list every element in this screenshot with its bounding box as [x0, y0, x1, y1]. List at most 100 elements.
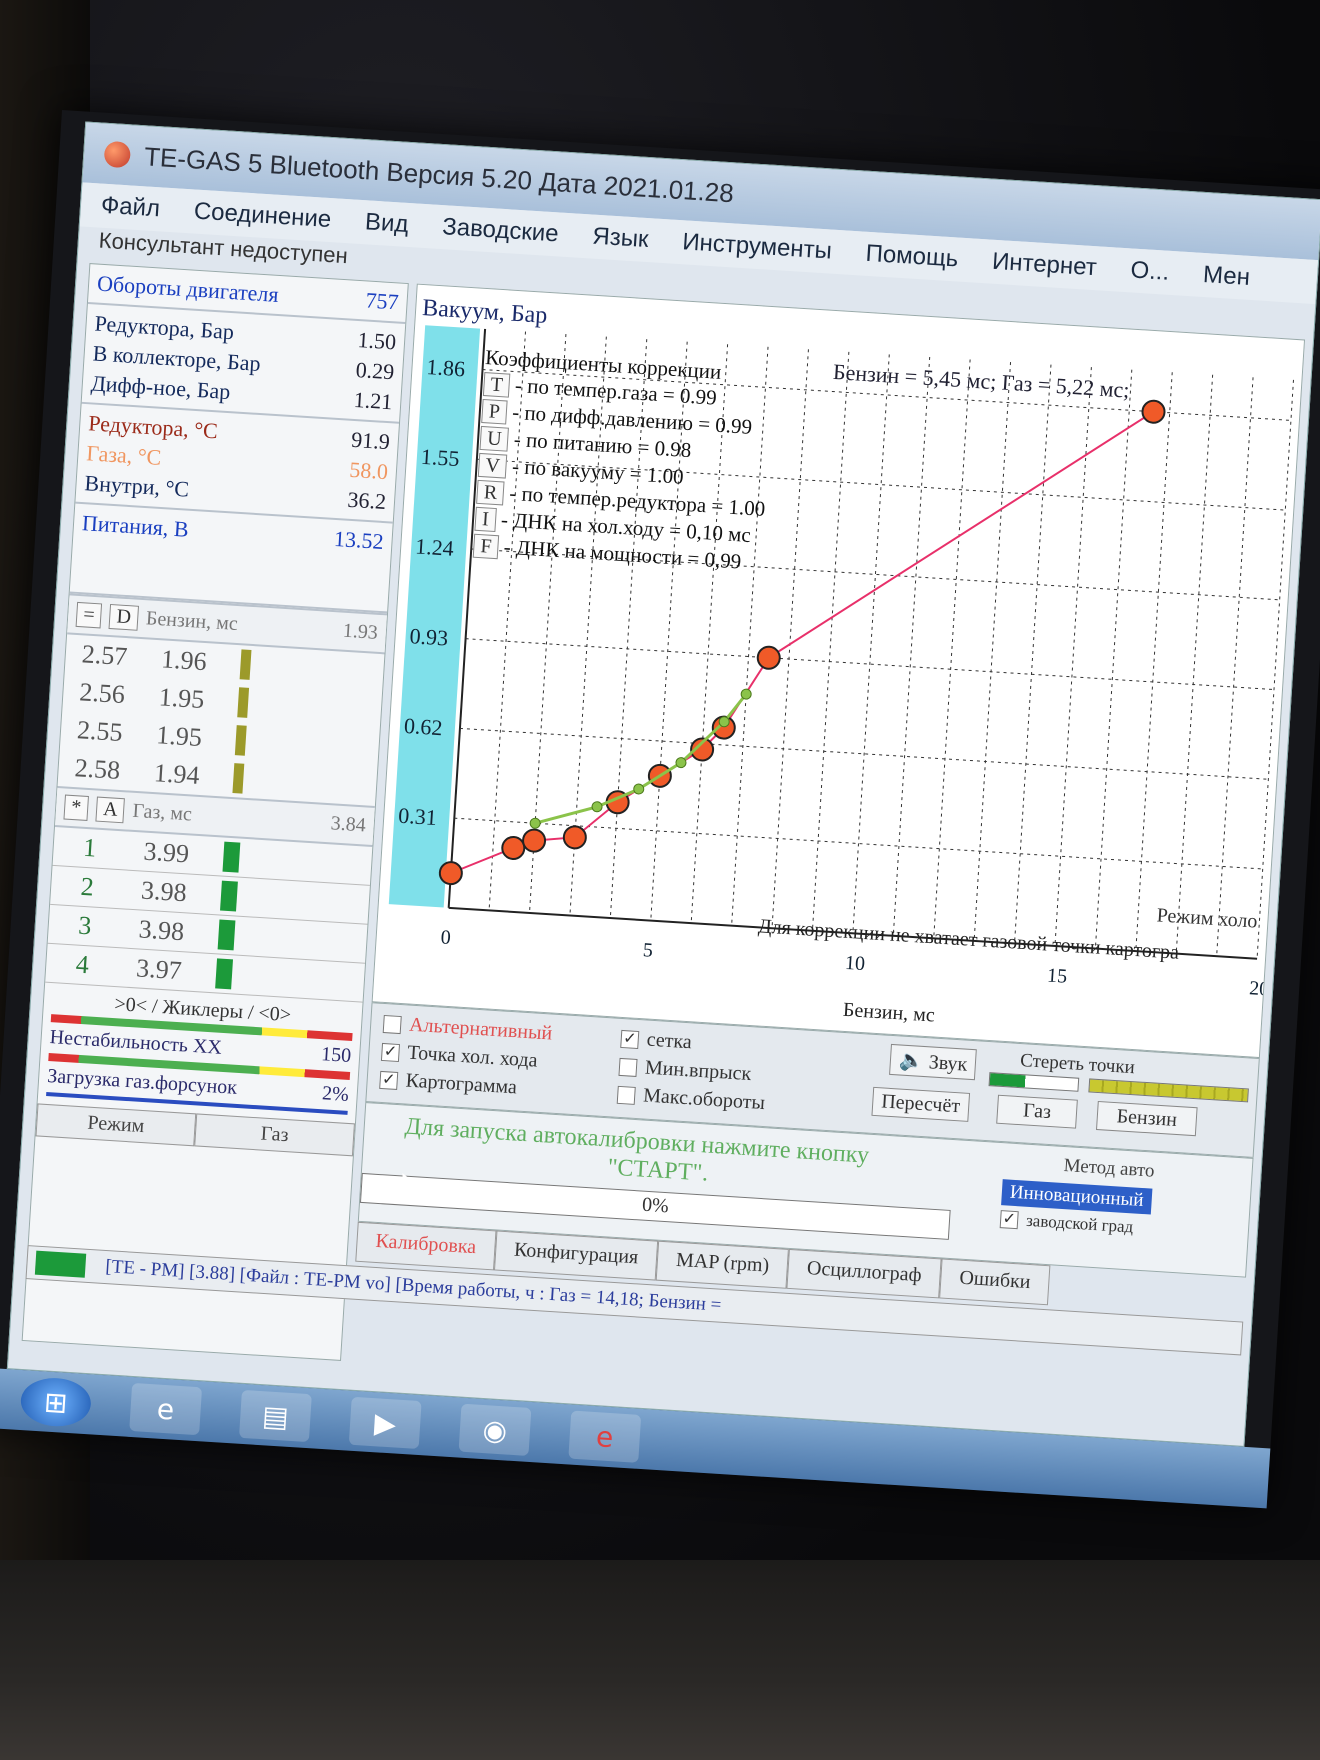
- factory-checkbox[interactable]: ✓: [999, 1210, 1019, 1230]
- internet-explorer-icon[interactable]: e: [129, 1382, 203, 1436]
- grid-line-vertical: [1256, 379, 1294, 959]
- connection-indicator: [34, 1250, 87, 1278]
- petrol-value-a: 2.57: [80, 639, 129, 672]
- petrol-value-b: 1.95: [157, 682, 206, 715]
- gas-level-bar: [221, 841, 240, 873]
- gas-header-label: Газ, мс: [131, 799, 193, 826]
- alt-checkbox[interactable]: [382, 1014, 402, 1034]
- petrol-point: [562, 825, 587, 850]
- min-injection-checkbox[interactable]: [618, 1057, 638, 1077]
- grid-line-vertical: [811, 351, 850, 931]
- media-player-icon[interactable]: ▶: [348, 1396, 422, 1450]
- cartogram-option[interactable]: ✓ Картограмма: [379, 1068, 518, 1100]
- star-button[interactable]: *: [63, 794, 89, 821]
- correction-key[interactable]: T: [482, 372, 511, 398]
- instability-value: 150: [320, 1043, 352, 1068]
- tab-calibration[interactable]: Калибровка: [355, 1221, 497, 1271]
- alt-option[interactable]: Альтернативный: [382, 1012, 553, 1046]
- monitor-screen: TE-GAS 5 Bluetooth Версия 5.20 Дата 2021…: [0, 110, 1320, 1509]
- petrol-level-bar: [239, 649, 252, 680]
- gas-injector-value: 3.98: [140, 875, 188, 908]
- factory-option[interactable]: ✓ заводской град: [999, 1209, 1134, 1237]
- gas-injector-value: 3.97: [135, 953, 183, 986]
- equal-button[interactable]: =: [75, 601, 103, 629]
- gas-header-value: 3.84: [330, 812, 367, 837]
- grid-line-vertical: [933, 359, 971, 939]
- gas-level-bar: [217, 919, 235, 951]
- idle-point-option[interactable]: ✓ Точка хол. хода: [380, 1040, 538, 1073]
- gas-mode-button[interactable]: Газ: [194, 1113, 355, 1157]
- menu-language[interactable]: Язык: [592, 223, 650, 254]
- min-injection-option[interactable]: Мин.впрыск: [618, 1055, 752, 1086]
- grid-line-vertical: [1175, 374, 1214, 954]
- menu-more[interactable]: Мен: [1202, 261, 1250, 292]
- gas-point: [740, 688, 752, 700]
- manifold-pressure-value: 0.29: [355, 356, 395, 385]
- grid-line-vertical: [973, 362, 1012, 941]
- grid-line-vertical: [1216, 377, 1254, 957]
- supply-value: 13.52: [333, 525, 385, 555]
- petrol-value-a: 2.55: [76, 715, 124, 748]
- cartogram-checkbox[interactable]: ✓: [379, 1070, 399, 1090]
- petrol-injector-list: 2.57 1.96 2.56 1.95 2.55 1.95 2.58 1.94: [58, 634, 385, 806]
- correction-key[interactable]: F: [472, 533, 500, 560]
- chart-panel: 0.31 0.62 0.93 1.24 1.55 1.86 0 5 10 15 20 Вакуум,…: [371, 283, 1306, 1059]
- menu-help[interactable]: Помощь: [865, 240, 959, 274]
- app-window: TE-GAS 5 Bluetooth Версия 5.20 Дата 2021…: [6, 121, 1320, 1447]
- tab-oscilloscope[interactable]: Осциллограф: [786, 1248, 942, 1299]
- gas-point: [529, 817, 541, 829]
- recalc-button[interactable]: Пересчёт: [871, 1086, 970, 1122]
- sound-button[interactable]: 🔈 Звук: [889, 1043, 978, 1081]
- menu-view[interactable]: Вид: [364, 208, 409, 239]
- app-logo-icon: [103, 140, 132, 169]
- menu-connection[interactable]: Соединение: [193, 198, 332, 235]
- gas-point: [675, 757, 687, 769]
- correction-key[interactable]: I: [474, 506, 497, 533]
- petrol-points-bar: [1088, 1078, 1249, 1103]
- petrol-point: [756, 645, 781, 670]
- menu-tools[interactable]: Инструменты: [682, 228, 833, 265]
- y-tick-label: 0.31: [398, 803, 438, 830]
- menu-factory[interactable]: Заводские: [441, 213, 560, 248]
- clear-gas-points-button[interactable]: Газ: [996, 1094, 1078, 1129]
- d-button[interactable]: D: [108, 604, 139, 631]
- file-explorer-icon[interactable]: ▤: [238, 1389, 312, 1443]
- grid-checkbox[interactable]: ✓: [620, 1029, 640, 1049]
- rpm-value: 757: [364, 287, 400, 315]
- x-tick-label: 0: [440, 926, 451, 949]
- correction-key[interactable]: V: [477, 452, 508, 479]
- tab-errors[interactable]: Ошибки: [939, 1258, 1051, 1306]
- a-button[interactable]: A: [95, 796, 126, 824]
- supply-label: Питания, В: [81, 510, 190, 542]
- max-rpm-checkbox[interactable]: [616, 1085, 636, 1105]
- method-select[interactable]: Инновационный: [1001, 1179, 1153, 1215]
- correction-key[interactable]: R: [476, 479, 505, 506]
- gas-injector-list: 1 3.99 2 3.98 3 3.98 4 3.97: [45, 826, 373, 1003]
- grid-option[interactable]: ✓ сетка: [620, 1027, 692, 1054]
- chrome-icon[interactable]: ◉: [458, 1403, 532, 1456]
- load-value: 2%: [321, 1082, 350, 1106]
- correction-key[interactable]: U: [479, 425, 510, 452]
- gas-temp-value: 58.0: [348, 456, 389, 485]
- rpm-label: Обороты двигателя: [96, 270, 280, 307]
- menu-about[interactable]: О...: [1130, 256, 1170, 286]
- te-gas-app-icon[interactable]: e: [568, 1410, 642, 1463]
- start-button-icon[interactable]: ⊞: [19, 1376, 93, 1429]
- petrol-point: [501, 835, 526, 860]
- mode-button[interactable]: Режим: [35, 1103, 197, 1147]
- menu-file[interactable]: Файл: [100, 192, 161, 224]
- menu-internet[interactable]: Интернет: [991, 248, 1097, 283]
- petrol-value-a: 2.56: [78, 677, 126, 710]
- min-injection-label: Мин.впрыск: [644, 1056, 752, 1086]
- y-tick-label: 1.55: [420, 444, 460, 471]
- petrol-point: [438, 861, 463, 886]
- gas-level-bar: [214, 958, 233, 990]
- grid-line-vertical: [1135, 372, 1173, 952]
- gas-temp-label: Газа, °C: [85, 440, 163, 470]
- max-rpm-option[interactable]: Макс.обороты: [616, 1083, 766, 1115]
- cylinder-number: 3: [77, 910, 93, 941]
- tab-map-rpm[interactable]: MAP (rpm): [655, 1240, 790, 1289]
- clear-petrol-points-button[interactable]: Бензин: [1095, 1100, 1198, 1137]
- idle-point-checkbox[interactable]: ✓: [380, 1042, 401, 1062]
- correction-key[interactable]: P: [481, 398, 508, 425]
